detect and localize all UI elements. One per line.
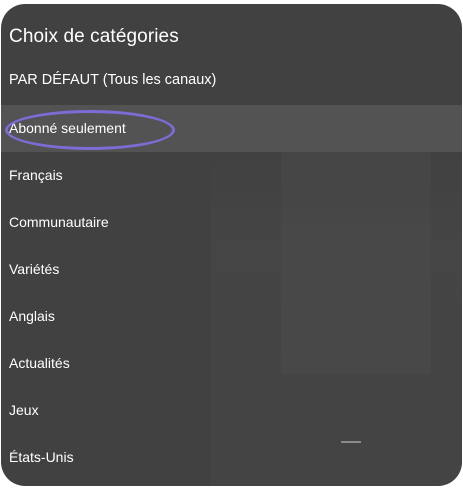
menu-item-communautaire[interactable]: Communautaire xyxy=(1,199,462,246)
menu-item-etats-unis[interactable]: États-Unis xyxy=(1,434,462,481)
category-list: Abonné seulement Français Communautaire … xyxy=(1,105,462,481)
menu-item-default[interactable]: PAR DÉFAUT (Tous les canaux) xyxy=(9,72,216,88)
menu-item-abonne-seulement[interactable]: Abonné seulement xyxy=(1,105,462,152)
menu-title: Choix de catégories xyxy=(9,26,179,47)
menu-item-anglais[interactable]: Anglais xyxy=(1,293,462,340)
menu-item-varietes[interactable]: Variétés xyxy=(1,246,462,293)
menu-item-actualites[interactable]: Actualités xyxy=(1,340,462,387)
menu-item-jeux[interactable]: Jeux xyxy=(1,387,462,434)
category-menu-panel: Choix de catégories PAR DÉFAUT (Tous les… xyxy=(1,4,462,486)
menu-item-francais[interactable]: Français xyxy=(1,152,462,199)
